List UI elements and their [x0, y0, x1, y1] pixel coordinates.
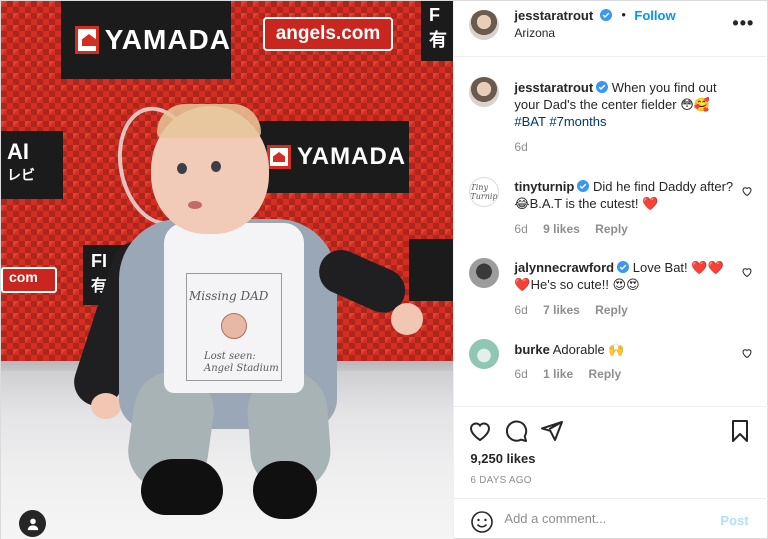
- sponsor-banner-yamada-2: YAMADA: [259, 121, 409, 193]
- sponsor-text: YAMADA: [104, 24, 231, 55]
- likes-count-link[interactable]: 9,250 likes: [470, 451, 535, 466]
- sponsor-text: AI: [7, 139, 29, 164]
- baby-hair: [157, 104, 261, 138]
- comment-body: Adorable 🙌: [552, 342, 625, 357]
- shirt-print-line: Angel Stadium: [204, 362, 279, 374]
- emoji-icon[interactable]: [470, 510, 494, 534]
- comment-meta: 6d 9 likes Reply: [514, 222, 639, 236]
- comment-username-link[interactable]: burke: [514, 342, 549, 357]
- post-comment-button[interactable]: Post: [720, 513, 748, 528]
- yamada-logo-icon: [267, 145, 291, 169]
- baby-eye: [211, 161, 221, 172]
- comment-text: jalynnecrawford Love Bat! ❤️❤️ ❤️He's so…: [514, 259, 736, 293]
- comment-item: burke Adorable 🙌 6d 1 like Reply: [469, 339, 761, 385]
- post-photo[interactable]: YAMADA angels.com F 有 AI レビ com FI 有 YAM…: [1, 1, 454, 539]
- sponsor-text: YAMADA: [297, 143, 407, 170]
- shirt-print-face: [221, 313, 247, 339]
- hashtag-link[interactable]: #7months: [549, 114, 606, 129]
- instagram-post: YAMADA angels.com F 有 AI レビ com FI 有 YAM…: [0, 0, 768, 539]
- tagged-users-button[interactable]: [19, 510, 46, 537]
- user-icon: [27, 518, 38, 530]
- sponsor-text: レビ: [7, 167, 35, 183]
- caption: jesstaratrout When you find out your Dad…: [469, 77, 761, 157]
- separator-dot: •: [621, 7, 626, 22]
- post-date[interactable]: 6 DAYS AGO: [470, 475, 531, 486]
- reply-button[interactable]: Reply: [595, 222, 628, 236]
- verified-badge-icon: [599, 9, 612, 21]
- caption-meta: 6d: [514, 140, 539, 154]
- avatar[interactable]: Tiny Turnip: [469, 177, 500, 207]
- timestamp[interactable]: 6d: [514, 303, 527, 317]
- share-paper-plane-icon[interactable]: [540, 419, 564, 443]
- like-comment-heart-icon[interactable]: [741, 347, 753, 359]
- baby-right-sock: [253, 461, 317, 519]
- avatar[interactable]: [469, 339, 500, 369]
- shirt-print-line: Lost seen:: [204, 351, 256, 362]
- caption-username-link[interactable]: jesstaratrout: [514, 80, 593, 95]
- like-comment-heart-icon[interactable]: [741, 185, 753, 197]
- location-link[interactable]: Arizona: [514, 26, 555, 40]
- baby-right-hand: [391, 303, 423, 335]
- comment-text: burke Adorable 🙌: [514, 341, 736, 358]
- more-options-icon[interactable]: •••: [732, 13, 754, 34]
- sponsor-sign-left: AI レビ: [1, 131, 63, 199]
- yamada-logo-icon: [75, 26, 99, 54]
- comment-username-link[interactable]: jalynnecrawford: [514, 260, 614, 275]
- comment-input[interactable]: [504, 511, 705, 526]
- baby-left-hand: [91, 393, 121, 419]
- like-heart-icon[interactable]: [468, 419, 492, 443]
- timestamp[interactable]: 6d: [514, 222, 527, 236]
- add-comment-bar: Post: [454, 498, 768, 539]
- sponsor-sign-com: com: [1, 267, 57, 293]
- comment-likes-link[interactable]: 1 like: [543, 367, 573, 381]
- comment-text: tinyturnip Did he find Daddy after? 😂B.A…: [514, 178, 736, 212]
- comment-item: jalynnecrawford Love Bat! ❤️❤️ ❤️He's so…: [469, 258, 761, 324]
- avatar[interactable]: [469, 77, 500, 107]
- follow-button[interactable]: Follow: [634, 8, 675, 23]
- like-comment-heart-icon[interactable]: [741, 266, 753, 278]
- shirt-print-title: Missing DAD: [189, 289, 269, 303]
- comment-bubble-icon[interactable]: [504, 419, 528, 443]
- header-username-link[interactable]: jesstaratrout: [514, 8, 612, 23]
- comment-item: Tiny Turnip tinyturnip Did he find Daddy…: [469, 177, 761, 243]
- save-bookmark-icon[interactable]: [728, 419, 752, 443]
- sponsor-banner-angels: angels.com: [263, 17, 393, 51]
- timestamp[interactable]: 6d: [514, 367, 527, 381]
- verified-badge-icon: [577, 180, 590, 192]
- sponsor-banner-yamada: YAMADA: [61, 1, 231, 79]
- caption-text: jesstaratrout When you find out your Dad…: [514, 79, 736, 130]
- timestamp[interactable]: 6d: [514, 140, 527, 154]
- sponsor-sign-right: [409, 239, 454, 301]
- avatar[interactable]: [469, 258, 500, 288]
- baby-left-sock: [141, 459, 223, 515]
- comment-likes-link[interactable]: 7 likes: [543, 303, 580, 317]
- reply-button[interactable]: Reply: [595, 303, 628, 317]
- sponsor-text: F: [429, 5, 440, 25]
- verified-badge-icon: [596, 81, 609, 93]
- post-actions: 9,250 likes 6 DAYS AGO: [454, 406, 768, 496]
- reply-button[interactable]: Reply: [588, 367, 621, 381]
- comment-meta: 6d 1 like Reply: [514, 367, 633, 381]
- shirt-print-caption: Lost seen: Angel Stadium: [204, 351, 279, 374]
- comment-likes-link[interactable]: 9 likes: [543, 222, 580, 236]
- post-header: jesstaratrout • Follow Arizona •••: [454, 1, 767, 57]
- avatar[interactable]: [469, 10, 500, 40]
- baby-eye: [177, 163, 187, 174]
- username-text: jesstaratrout: [514, 8, 594, 23]
- baby-mouth: [188, 201, 202, 209]
- comment-meta: 6d 7 likes Reply: [514, 303, 639, 317]
- sponsor-sign-top-right: F 有: [421, 1, 454, 61]
- verified-badge-icon: [617, 261, 630, 273]
- post-side-panel: jesstaratrout • Follow Arizona ••• jesst…: [453, 1, 768, 539]
- sponsor-text: 有: [429, 30, 447, 50]
- hashtag-link[interactable]: #BAT: [514, 114, 545, 129]
- comment-username-link[interactable]: tinyturnip: [514, 179, 574, 194]
